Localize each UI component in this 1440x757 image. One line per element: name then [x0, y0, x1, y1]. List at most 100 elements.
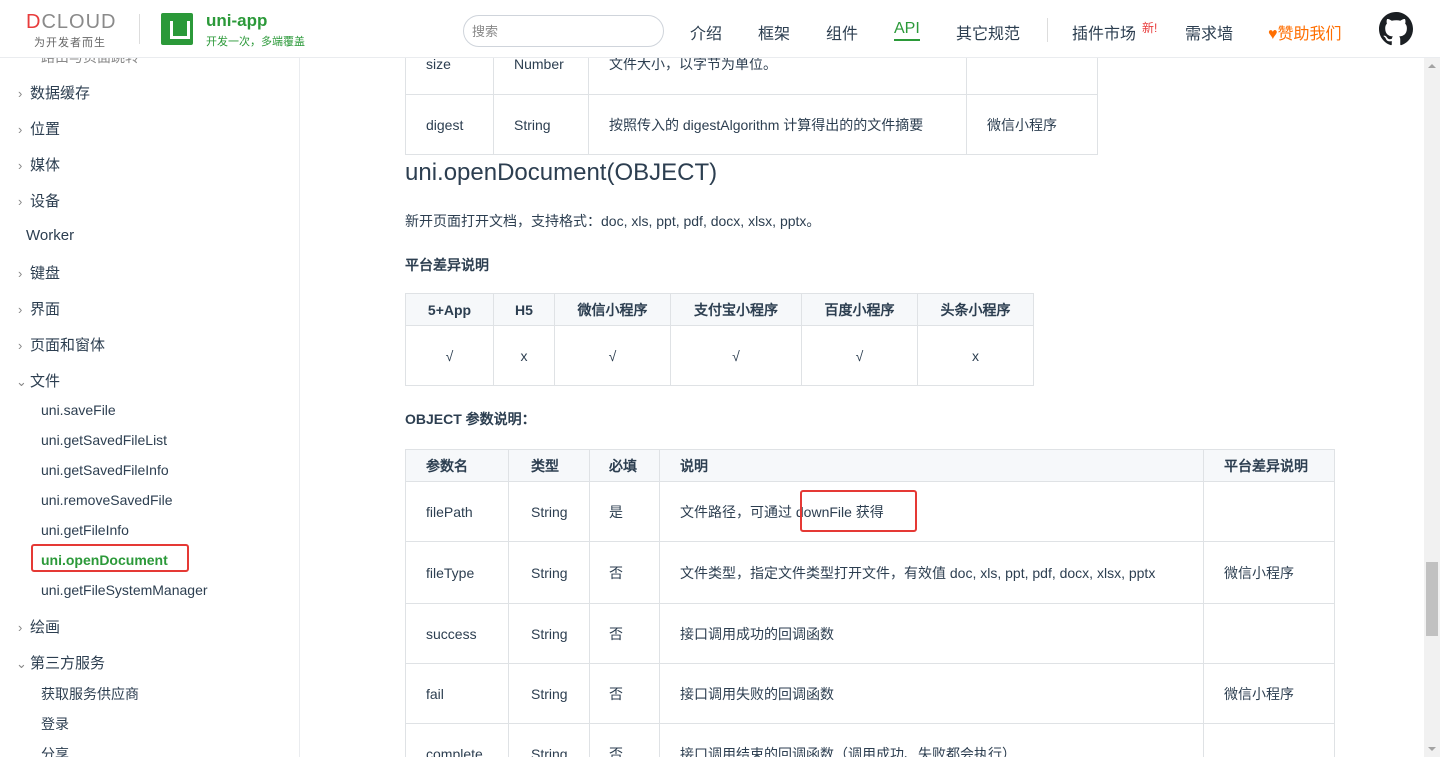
- dcloud-logo[interactable]: DCLOUD 为开发者而生: [26, 12, 126, 50]
- table-header-row: 参数名 类型 必填 说明 平台差异说明: [405, 449, 1335, 482]
- sidebar-item-file[interactable]: ⌄ 文件: [16, 370, 60, 391]
- sidebar-item-page-window[interactable]: › 页面和窗体: [18, 334, 105, 355]
- platform-table: 5+App H5 微信小程序 支付宝小程序 百度小程序 头条小程序 √ x √ …: [405, 293, 1034, 386]
- sidebar-item-partial[interactable]: 路由与页面跳转: [41, 58, 139, 67]
- sidebar-subitem-getsavedfilelist[interactable]: uni.getSavedFileList: [41, 432, 167, 448]
- chevron-right-icon: ›: [18, 194, 23, 209]
- sidebar-item-label: 设备: [30, 193, 61, 210]
- sidebar-item-storage[interactable]: › 数据缓存: [18, 82, 90, 103]
- api-title: uni.openDocument(OBJECT): [405, 159, 718, 186]
- chevron-right-icon: ›: [18, 158, 23, 173]
- sidebar-item-location[interactable]: › 位置: [18, 118, 60, 139]
- table-cell: x: [917, 325, 1034, 386]
- sidebar-item-ui[interactable]: › 界面: [18, 298, 60, 319]
- sidebar-item-label: 绘画: [30, 619, 61, 636]
- table-header: 参数名: [405, 449, 509, 482]
- sidebar-item-worker[interactable]: Worker: [26, 227, 74, 244]
- sidebar-item-label: 数据缓存: [30, 85, 91, 102]
- sidebar-item-third-party[interactable]: ⌄ 第三方服务: [16, 652, 105, 673]
- table-cell: [1203, 723, 1335, 757]
- table-cell: complete: [405, 723, 509, 757]
- github-icon[interactable]: [1379, 12, 1413, 46]
- table-header: 说明: [659, 449, 1204, 482]
- table-header: 支付宝小程序: [670, 293, 802, 326]
- nav-framework[interactable]: 框架: [758, 20, 790, 44]
- sidebar-subitem-provider[interactable]: 获取服务供应商: [41, 684, 139, 704]
- sidebar-subitem-removesavedfile[interactable]: uni.removeSavedFile: [41, 492, 173, 508]
- table-cell: String: [508, 603, 590, 664]
- scrollbar-thumb[interactable]: [1426, 562, 1438, 636]
- table-row: √ x √ √ √ x: [405, 325, 1034, 386]
- nav-plugin-market[interactable]: 插件市场: [1072, 20, 1136, 44]
- sidebar-item-label: 位置: [30, 121, 61, 138]
- table-cell: 微信小程序: [1203, 663, 1335, 724]
- app-subtitle: 开发一次，多端覆盖: [206, 36, 305, 48]
- table-cell: 微信小程序: [1203, 541, 1335, 604]
- sidebar-item-label: 第三方服务: [30, 655, 106, 672]
- sidebar-subitem-savefile[interactable]: uni.saveFile: [41, 402, 116, 418]
- table-cell: √: [670, 325, 802, 386]
- sidebar-item-label: 界面: [30, 301, 61, 318]
- table-header: 平台差异说明: [1203, 449, 1335, 482]
- table-cell: String: [508, 481, 590, 542]
- sponsor-link[interactable]: ♥赞助我们: [1268, 20, 1342, 44]
- table-cell: 文件大小，以字节为单位。: [588, 58, 967, 95]
- nav-requests[interactable]: 需求墙: [1185, 20, 1233, 44]
- dcloud-slogan: 为开发者而生: [34, 37, 106, 49]
- table-cell: [966, 58, 1098, 95]
- table-cell: fileType: [405, 541, 509, 604]
- top-header: DCLOUD 为开发者而生 uni-app 开发一次，多端覆盖 介绍 框架 组件…: [0, 0, 1440, 58]
- sidebar-subitem-login[interactable]: 登录: [41, 714, 69, 734]
- nav-other-specs[interactable]: 其它规范: [956, 20, 1020, 44]
- return-value-table: size Number 文件大小，以字节为单位。 digest String 按…: [405, 58, 1098, 155]
- table-row: digest String 按照传入的 digestAlgorithm 计算得出…: [405, 94, 1098, 155]
- table-cell: [1203, 603, 1335, 664]
- sidebar-item-canvas[interactable]: › 绘画: [18, 616, 60, 637]
- table-cell: String: [508, 541, 590, 604]
- table-cell: String: [508, 663, 590, 724]
- nav-divider: [1047, 18, 1048, 42]
- dcloud-wordmark: DCLOUD: [26, 11, 117, 33]
- table-cell: 文件类型，指定文件类型打开文件，有效值 doc, xls, ppt, pdf, …: [659, 541, 1204, 604]
- table-header: 类型: [508, 449, 590, 482]
- scrollbar[interactable]: [1424, 58, 1440, 757]
- sidebar-item-label: 文件: [30, 373, 61, 390]
- table-cell: √: [405, 325, 494, 386]
- table-cell: String: [493, 94, 589, 155]
- table-cell: 接口调用结束的回调函数（调用成功、失败都会执行）: [659, 723, 1204, 757]
- sidebar-subitem-getfileinfo[interactable]: uni.getFileInfo: [41, 522, 129, 538]
- sidebar-item-label: 页面和窗体: [30, 337, 106, 354]
- nav-api[interactable]: API: [894, 20, 920, 41]
- main-content: size Number 文件大小，以字节为单位。 digest String 按…: [300, 58, 1424, 757]
- highlight-box: [800, 490, 917, 532]
- search-input[interactable]: [463, 15, 664, 47]
- sidebar-item-keyboard[interactable]: › 键盘: [18, 262, 60, 283]
- sidebar-item-media[interactable]: › 媒体: [18, 154, 60, 175]
- chevron-right-icon: ›: [18, 122, 23, 137]
- table-cell: digest: [405, 94, 494, 155]
- nav-components[interactable]: 组件: [826, 20, 858, 44]
- sidebar-subitem-getsavedfileinfo[interactable]: uni.getSavedFileInfo: [41, 462, 169, 478]
- table-header: H5: [493, 293, 555, 326]
- nav-intro[interactable]: 介绍: [690, 20, 722, 44]
- scroll-down-icon[interactable]: [1424, 741, 1440, 757]
- platform-heading: 平台差异说明: [405, 257, 489, 273]
- table-cell: 否: [589, 603, 660, 664]
- table-cell: √: [554, 325, 671, 386]
- uni-app-logo-icon[interactable]: [161, 13, 193, 45]
- table-header: 头条小程序: [917, 293, 1034, 326]
- sidebar-subitem-share[interactable]: 分享: [41, 744, 69, 757]
- chevron-right-icon: ›: [18, 338, 23, 353]
- table-header: 5+App: [405, 293, 494, 326]
- scroll-up-icon[interactable]: [1424, 58, 1440, 74]
- table-cell: x: [493, 325, 555, 386]
- api-description: 新开页面打开文档，支持格式：doc, xls, ppt, pdf, docx, …: [405, 213, 821, 229]
- sidebar-subitem-getfilesystemmanager[interactable]: uni.getFileSystemManager: [41, 582, 208, 598]
- table-cell: String: [508, 723, 590, 757]
- table-cell: fail: [405, 663, 509, 724]
- sidebar-item-device[interactable]: › 设备: [18, 190, 60, 211]
- app-title[interactable]: uni-app: [206, 11, 267, 31]
- param-heading: OBJECT 参数说明：: [405, 411, 536, 427]
- table-cell: 否: [589, 723, 660, 757]
- table-header: 必填: [589, 449, 660, 482]
